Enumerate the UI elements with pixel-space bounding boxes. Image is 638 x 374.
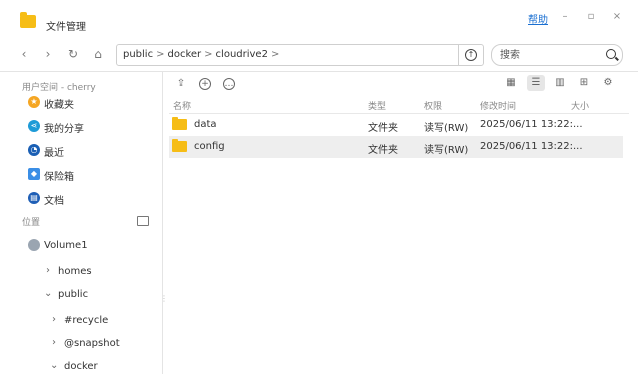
more-icon[interactable]: … [223,78,235,90]
grid-view-icon[interactable]: ▦ [502,75,520,91]
sidebar-item-documents[interactable]: ▤ 文档 [0,188,160,210]
breadcrumb-public[interactable]: public [123,49,153,60]
column-header-permission[interactable]: 权限 [424,99,442,112]
search-icon[interactable] [606,49,616,59]
file-permission: 读写(RW) [424,123,469,134]
create-icon[interactable]: + [199,78,211,90]
file-manager-window: 文件管理 帮助 – ▫ × ‹ › ↻ ⌂ public > docker > clou… [0,0,638,374]
search-box [491,44,623,66]
toolbar: ‹ › ↻ ⌂ public > docker > cloudrive2 > ↑ [0,38,638,72]
refresh-button[interactable]: ↻ [65,46,81,62]
file-type: 文件夹 [368,123,398,134]
sidebar-item-label: 我的分享 [44,124,84,135]
table-row[interactable]: data 文件夹 读写(RW) 2025/06/11 13:22:... [169,114,623,136]
tree-item-label: public [58,289,89,300]
sidebar-item-label: 保险箱 [44,172,74,183]
volume-icon [28,239,40,251]
storage-manage-icon[interactable] [137,216,149,226]
chevron-down-icon[interactable]: ⌄ [50,360,58,371]
share-icon: ⋖ [28,120,40,132]
breadcrumb-separator: > [270,49,280,60]
tree-item-label: homes [58,266,92,277]
breadcrumb-separator: > [204,49,213,60]
window-title: 文件管理 [46,22,86,33]
path-bar[interactable]: public > docker > cloudrive2 > ↑ [116,44,484,66]
sidebar-item-favorites[interactable]: ★ 收藏夹 [0,92,160,114]
help-link[interactable]: 帮助 [528,11,548,26]
home-button[interactable]: ⌂ [90,46,106,62]
chevron-right-icon[interactable]: › [46,265,50,276]
column-header-name[interactable]: 名称 [173,99,191,112]
file-name: config [194,141,225,152]
file-modified: 2025/06/11 13:22:... [480,141,583,152]
upload-icon[interactable]: ⇪ [175,78,187,90]
sidebar: 用户空间 - cherry ★ 收藏夹 ⋖ 我的分享 ◔ 最近 ◆ 保险箱 ▤ … [0,72,168,374]
breadcrumb-docker[interactable]: docker [167,49,201,60]
chevron-down-icon[interactable]: ⌄ [44,288,52,299]
breadcrumb-cloudrive2[interactable]: cloudrive2 [216,49,268,60]
column-header-type[interactable]: 类型 [368,99,386,112]
folder-icon [172,117,187,130]
sidebar-item-my-shares[interactable]: ⋖ 我的分享 [0,116,160,138]
sidebar-item-label: 文档 [44,196,64,207]
go-up-button[interactable]: ↑ [458,45,483,65]
maximize-button[interactable]: ▫ [584,10,598,24]
breadcrumb: public > docker > cloudrive2 > [123,49,282,60]
column-header-size[interactable]: 大小 [571,99,589,112]
chevron-right-icon[interactable]: › [52,314,56,325]
location-section-label: 位置 [22,218,41,228]
arrow-up-icon: ↑ [465,49,477,61]
folder-icon [172,139,187,152]
file-modified: 2025/06/11 13:22:... [480,119,583,130]
clock-icon: ◔ [28,144,40,156]
column-view-icon[interactable]: ▥ [551,75,569,91]
sidebar-item-label: 最近 [44,148,64,159]
close-button[interactable]: × [610,10,624,24]
box-icon: ◆ [28,168,40,180]
forward-button[interactable]: › [40,46,56,62]
sidebar-item-safe-box[interactable]: ◆ 保险箱 [0,164,160,186]
breadcrumb-separator: > [156,49,165,60]
file-permission: 读写(RW) [424,145,469,156]
folder-app-icon [20,12,36,28]
tree-item-label: @snapshot [64,338,120,349]
sidebar-item-recent[interactable]: ◔ 最近 [0,140,160,162]
minimize-button[interactable]: – [558,10,572,24]
document-icon: ▤ [28,192,40,204]
file-name: data [194,119,217,130]
tree-item-label: docker [64,361,98,372]
table-row-selected[interactable]: config 文件夹 读写(RW) 2025/06/11 13:22:... [169,136,623,158]
file-list-pane: ⇪ + … ▦ ☰ ▥ ⊞ ⚙ 名称 类型 权限 修改时间 大小 data 文件… [163,72,638,374]
file-type: 文件夹 [368,145,398,156]
column-header-modified[interactable]: 修改时间 [480,99,516,112]
sidebar-item-label: 收藏夹 [44,100,74,111]
search-input[interactable] [498,47,602,64]
settings-icon[interactable]: ⚙ [599,75,617,91]
tree-item-label: #recycle [64,315,109,326]
add-panel-icon[interactable]: ⊞ [575,75,593,91]
title-bar: 文件管理 帮助 – ▫ × [0,0,638,38]
tree-item-label: Volume1 [44,240,88,251]
chevron-right-icon[interactable]: › [52,337,56,348]
list-view-icon[interactable]: ☰ [527,75,545,91]
star-icon: ★ [28,96,40,108]
back-button[interactable]: ‹ [16,46,32,62]
